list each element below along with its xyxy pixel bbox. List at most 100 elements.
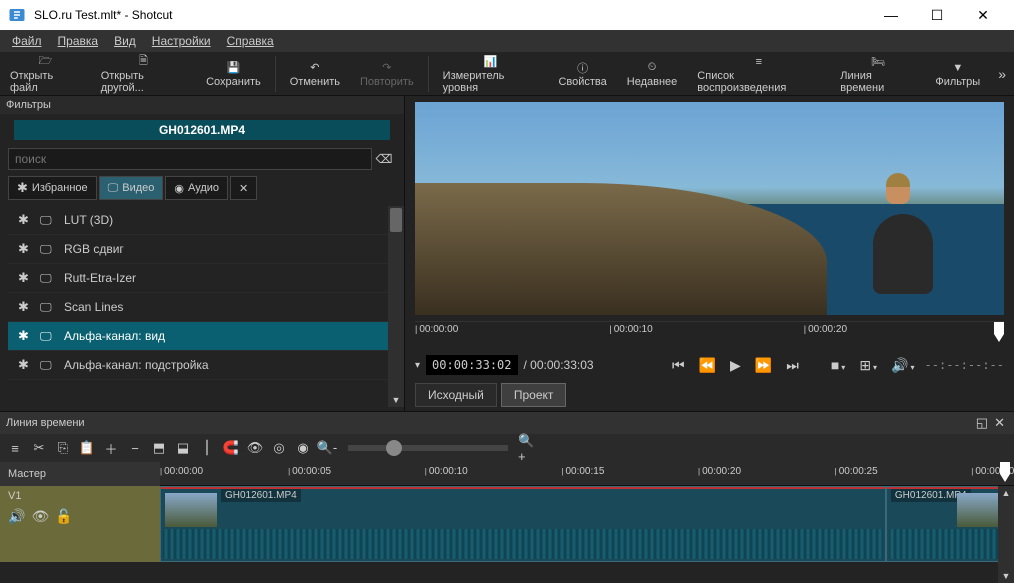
grid-dropdown[interactable]: ⊞ <box>855 355 881 376</box>
timeline-toolbar: ≡ ✂ ⎘ 📋 ＋ − ⬒ ⬓ ⎮ 🧲 👁 ◎ ◉ 🔍- 🔍+ <box>0 434 1014 462</box>
fast-forward-button[interactable]: ⏩ <box>751 355 776 376</box>
star-icon: ✱ <box>18 328 32 344</box>
timeline-undock-icon[interactable]: ◱ <box>973 415 991 431</box>
filter-tab-favorites[interactable]: ✱Избранное <box>8 176 97 200</box>
timeline-close-icon[interactable]: ✕ <box>991 415 1008 431</box>
timeline-button[interactable]: 🛏Линия времени <box>830 50 925 98</box>
add-icon[interactable]: ＋ <box>100 437 122 459</box>
ripple-icon[interactable]: ◎ <box>268 437 290 459</box>
timeline-scrollbar[interactable]: ▲ ▼ <box>998 486 1014 583</box>
remove-icon[interactable]: − <box>124 437 146 459</box>
timeline-ruler[interactable]: 00:00:00 00:00:05 00:00:10 00:00:15 00:0… <box>160 462 1014 486</box>
menu-file[interactable]: Файл <box>4 32 50 50</box>
monitor-icon: 🖵 <box>108 182 119 195</box>
scrub-icon[interactable]: 👁 <box>244 437 266 459</box>
player-ruler[interactable]: 00:00:00 00:00:10 00:00:20 <box>415 321 1004 349</box>
zoom-dropdown[interactable]: ■ <box>827 355 849 375</box>
clear-search-icon[interactable]: ⌫ <box>372 152 396 166</box>
track-row-v1[interactable]: GH012601.MP4 GH012601.MP4 <box>160 486 1014 562</box>
star-icon: ✱ <box>18 299 32 315</box>
timecode-duration: / 00:00:33:03 <box>524 358 594 372</box>
paste-icon[interactable]: 📋 <box>76 437 98 459</box>
ripple-all-icon[interactable]: ◉ <box>292 437 314 459</box>
timecode-dropdown-icon[interactable]: ▾ <box>415 360 420 371</box>
info-icon: ⓘ <box>577 60 588 76</box>
filters-panel-title: Фильтры <box>0 96 404 114</box>
filter-item[interactable]: ✱🖵RGB сдвиг <box>8 235 388 264</box>
properties-button[interactable]: ⓘСвойства <box>548 56 616 92</box>
monitor-icon: 🖵 <box>40 242 56 257</box>
filter-item[interactable]: ✱🖵Альфа-канал: вид <box>8 322 388 351</box>
player-tab-source[interactable]: Исходный <box>415 383 497 407</box>
overwrite-icon[interactable]: ⬓ <box>172 437 194 459</box>
ruler-playhead-icon[interactable] <box>994 322 1004 342</box>
timeline-playhead-icon[interactable] <box>1000 462 1010 482</box>
funnel-icon: ▼ <box>952 60 963 76</box>
skip-start-button[interactable]: ⏮ <box>668 355 689 376</box>
menu-help[interactable]: Справка <box>219 32 282 50</box>
filter-tab-close[interactable]: ✕ <box>230 176 257 200</box>
lift-icon[interactable]: ⬒ <box>148 437 170 459</box>
filter-item[interactable]: ✱🖵Альфа-канал: подстройка <box>8 351 388 380</box>
menu-icon[interactable]: ≡ <box>4 437 26 459</box>
filter-list-scrollbar[interactable]: ▲ ▼ <box>388 206 404 407</box>
zoom-out-icon[interactable]: 🔍- <box>316 437 338 459</box>
meter-icon: 📊 <box>484 54 498 70</box>
skip-end-button[interactable]: ⏭ <box>782 355 803 376</box>
timeline-clip[interactable]: GH012601.MP4 <box>160 486 886 562</box>
redo-icon: ↷ <box>382 60 391 76</box>
timeline-clip[interactable]: GH012601.MP4 <box>886 486 1014 562</box>
filter-search-input[interactable] <box>8 148 372 170</box>
monitor-icon: 🖵 <box>40 358 56 373</box>
save-button[interactable]: 💾Сохранить <box>196 56 271 92</box>
menu-view[interactable]: Вид <box>106 32 144 50</box>
volume-dropdown[interactable]: 🔊 <box>887 355 918 376</box>
redo-button[interactable]: ↷Повторить <box>350 56 424 92</box>
open-file-button[interactable]: 🗁Открыть файл <box>0 50 91 98</box>
maximize-button[interactable]: ☐ <box>914 0 960 30</box>
app-icon <box>8 6 26 24</box>
recent-button[interactable]: ⏲Недавнее <box>617 56 688 92</box>
track-hide-icon[interactable]: 👁 <box>31 508 49 525</box>
copy-icon[interactable]: ⎘ <box>52 437 74 459</box>
close-button[interactable]: ✕ <box>960 0 1006 30</box>
save-icon: 💾 <box>227 60 241 76</box>
filter-tab-video[interactable]: 🖵Видео <box>99 176 164 200</box>
track-lock-icon[interactable]: 🔓 <box>55 508 72 525</box>
filters-button[interactable]: ▼Фильтры <box>925 56 990 92</box>
playlist-button[interactable]: ≡Список воспроизведения <box>687 50 830 98</box>
rewind-button[interactable]: ⏪ <box>695 355 720 376</box>
play-button[interactable]: ▶ <box>726 355 745 376</box>
star-icon: ✱ <box>18 270 32 286</box>
snap-icon[interactable]: 🧲 <box>220 437 242 459</box>
zoom-slider[interactable] <box>348 445 508 451</box>
menu-edit[interactable]: Правка <box>50 32 107 50</box>
minimize-button[interactable]: — <box>868 0 914 30</box>
open-other-button[interactable]: 🗎Открыть другой... <box>91 50 196 98</box>
filters-source-clip[interactable]: GH012601.MP4 <box>14 120 390 140</box>
zoom-slider-knob[interactable] <box>386 440 402 456</box>
star-icon: ✱ <box>17 180 28 196</box>
scroll-down-icon[interactable]: ▼ <box>388 393 404 407</box>
in-out-time: --:--:--:-- <box>925 358 1004 372</box>
filter-item[interactable]: ✱🖵Rutt-Etra-Izer <box>8 264 388 293</box>
peak-meter-button[interactable]: 📊Измеритель уровня <box>433 50 549 98</box>
split-icon[interactable]: ⎮ <box>196 437 218 459</box>
zoom-in-icon[interactable]: 🔍+ <box>518 437 540 459</box>
undo-button[interactable]: ↶Отменить <box>280 56 350 92</box>
timecode-position[interactable]: 00:00:33:02 <box>426 355 517 375</box>
filter-item[interactable]: ✱🖵Scan Lines <box>8 293 388 322</box>
track-mute-icon[interactable]: 🔊 <box>8 508 25 525</box>
track-head-master[interactable]: Мастер <box>0 462 160 486</box>
scroll-up-icon[interactable]: ▲ <box>998 486 1014 500</box>
scroll-thumb[interactable] <box>390 208 402 232</box>
filter-tab-audio[interactable]: ◉Аудио <box>165 176 228 200</box>
video-viewer[interactable] <box>415 102 1004 315</box>
toolbar-overflow[interactable]: » <box>990 66 1014 82</box>
player-tab-project[interactable]: Проект <box>501 383 567 407</box>
filter-item[interactable]: ✱🖵LUT (3D) <box>8 206 388 235</box>
track-head-v1[interactable]: V1 🔊 👁 🔓 <box>0 486 160 562</box>
scroll-down-icon[interactable]: ▼ <box>998 569 1014 583</box>
menu-settings[interactable]: Настройки <box>144 32 219 50</box>
cut-icon[interactable]: ✂ <box>28 437 50 459</box>
